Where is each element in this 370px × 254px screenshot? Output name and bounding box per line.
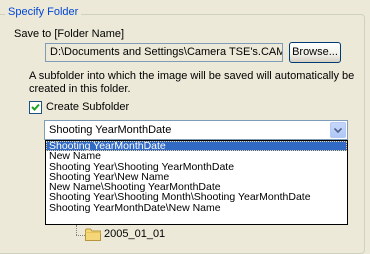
select-value: Shooting YearMonthDate [49, 124, 172, 136]
browse-button[interactable]: Browse... [289, 42, 341, 63]
create-subfolder-label[interactable]: Create Subfolder [46, 101, 129, 113]
folder-path-field[interactable]: D:\Documents and Settings\Camera TSE's.C… [45, 43, 283, 62]
folder-icon [85, 228, 101, 241]
option-item[interactable]: Shooting YearMonthDate\New Name [46, 202, 347, 213]
group-title: Specify Folder [5, 6, 82, 18]
subfolder-options-list: Shooting YearMonthDate New Name Shooting… [45, 140, 348, 225]
description-line: created in this folder. [29, 83, 131, 95]
save-to-label: Save to [Folder Name] [14, 28, 125, 40]
subfolder-name-select[interactable]: Shooting YearMonthDate [44, 120, 348, 140]
tree-connector [76, 235, 85, 236]
chevron-down-icon [334, 128, 342, 133]
subfolder-description: A subfolder into which the image will be… [29, 70, 359, 96]
create-subfolder-checkbox[interactable] [29, 101, 42, 114]
folder-tree-item[interactable]: 2005_01_01 [104, 228, 165, 240]
description-line: A subfolder into which the image will be… [29, 70, 355, 82]
tree-connector [76, 225, 78, 235]
dropdown-arrow-button[interactable] [330, 122, 346, 138]
checkmark-icon [31, 103, 40, 111]
